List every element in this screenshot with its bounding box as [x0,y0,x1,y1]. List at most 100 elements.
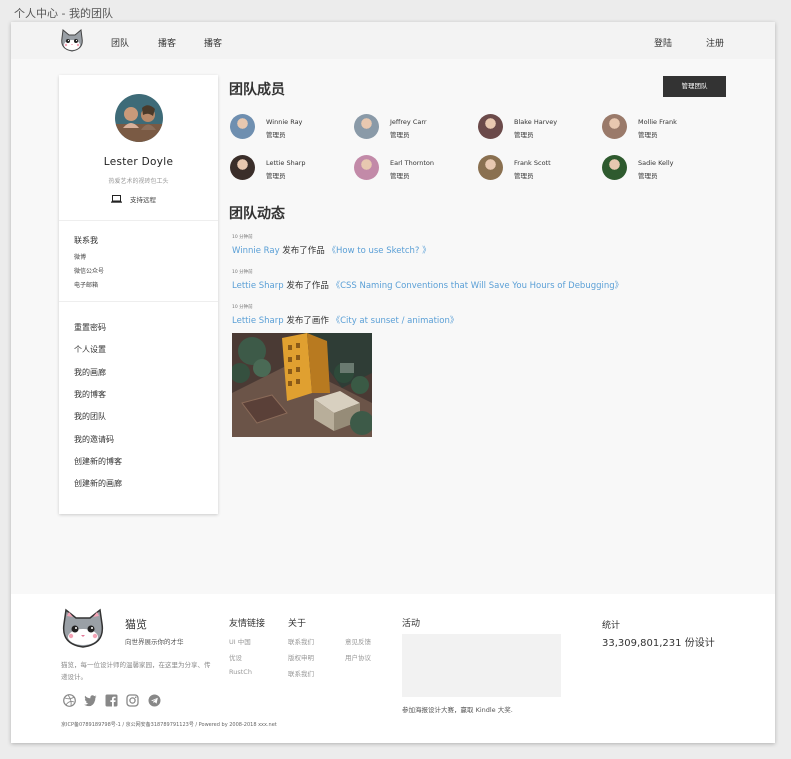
footer-description: 猫览，每一位设计师的温馨家园，在这里为分享、传递设计。 [61,661,211,681]
about-link[interactable]: 版权申明 [288,652,314,662]
member-role: 管理员 [266,131,286,139]
activity-action: 发布了作品 [283,281,332,291]
footer: 猫览 向世界展示你的才华 猫览，每一位设计师的温馨家园，在这里为分享、传递设计。… [11,594,775,743]
member-card[interactable]: Lettie Sharp 管理员 [230,155,350,181]
member-card[interactable]: Earl Thornton 管理员 [354,155,474,181]
profile-name: Lester Doyle [103,156,174,168]
profile-bio: 热爱艺术的视砖包工头 [108,178,169,185]
footer-brand: 猫览 [125,618,147,631]
menu-my-gallery[interactable]: 我的画廊 [74,367,106,378]
member-avatar [478,155,503,180]
member-name: Earl Thornton [390,159,435,167]
menu-reset-password[interactable]: 重置密码 [74,322,106,333]
contact-email[interactable]: 电子邮箱 [74,280,98,289]
top-nav: 团队 播客 播客 登陆 注册 [11,22,775,59]
profile-avatar [115,94,163,142]
activity-time: 10 分钟前 [232,305,253,310]
stats-title: 统计 [602,621,621,631]
member-avatar [230,114,255,139]
member-name: Sadie Kelly [638,159,674,167]
divider [59,301,218,302]
member-avatar [230,155,255,180]
member-avatar [602,114,627,139]
member-card[interactable]: Winnie Ray 管理员 [230,114,350,140]
friends-links-title: 友情链接 [229,619,266,629]
team-members-title: 团队成员 [229,82,285,98]
nav-link-podcast-2[interactable]: 播客 [204,36,222,49]
member-name: Blake Harvey [514,118,558,126]
activity-user-link[interactable]: Winnie Ray [232,246,280,256]
member-name: Frank Scott [514,159,551,167]
activity-work-link[interactable]: 《How to use Sketch? 》 [328,246,431,256]
member-role: 管理员 [390,172,410,180]
telegram-icon[interactable] [148,694,161,707]
activity-item: Lettie Sharp 发布了画作 《City at sunset / ani… [232,314,458,326]
activity-work-link[interactable]: 《City at sunset / animation》 [332,316,459,326]
friend-link[interactable]: UI 中国 [229,636,251,646]
member-role: 管理员 [638,131,658,139]
register-link[interactable]: 注册 [706,36,724,49]
activity-action: 发布了作品 [279,246,328,256]
member-role: 管理员 [514,172,534,180]
footer-icp: 京ICP备0789189798号-1 / 京公网安备318789791123号 … [61,722,277,728]
remote-support: 支持远程 [111,194,156,204]
about-link[interactable]: 用户协议 [345,652,371,662]
member-name: Mollie Frank [638,118,677,126]
menu-personal-settings[interactable]: 个人设置 [74,344,106,355]
member-avatar [602,155,627,180]
about-link[interactable]: 联系我们 [288,668,314,678]
twitter-icon[interactable] [84,694,97,707]
facebook-icon[interactable] [105,694,118,707]
member-role: 管理员 [514,131,534,139]
activity-user-link[interactable]: Lettie Sharp [232,281,284,291]
cat-logo-icon[interactable] [59,29,85,53]
divider [59,220,218,221]
activity-time: 10 分钟前 [232,235,253,240]
member-card[interactable]: Frank Scott 管理员 [478,155,598,181]
member-card[interactable]: Mollie Frank 管理员 [602,114,722,140]
about-link[interactable]: 联系我们 [288,636,314,646]
login-link[interactable]: 登陆 [654,36,672,49]
member-role: 管理员 [266,172,286,180]
member-name: Lettie Sharp [266,159,306,167]
dribbble-icon[interactable] [63,694,76,707]
activity-item: Winnie Ray 发布了作品 《How to use Sketch? 》 [232,244,431,256]
laptop-icon [111,195,122,203]
about-title: 关于 [288,619,307,629]
nav-link-podcast[interactable]: 播客 [158,36,176,49]
window-title: 个人中心 - 我的团队 [14,7,113,20]
about-link[interactable]: 意见反馈 [345,636,371,646]
activity-banner[interactable] [402,634,561,697]
menu-my-invite-code[interactable]: 我的邀请码 [74,434,114,445]
browser-page: 团队 播客 播客 登陆 注册 Lester Doyle 热爱艺术的视砖包工头 支… [11,22,775,743]
activity-banner-text[interactable]: 参加海报设计大赛，赢取 Kindle 大奖. [402,704,513,714]
team-activity-title: 团队动态 [229,206,285,222]
footer-slogan: 向世界展示你的才华 [125,638,184,646]
member-name: Jeffrey Carr [390,118,427,126]
activity-work-link[interactable]: 《CSS Naming Conventions that Will Save Y… [332,281,624,291]
member-avatar [478,114,503,139]
member-card[interactable]: Jeffrey Carr 管理员 [354,114,474,140]
friend-link[interactable]: 优设 [229,652,242,662]
menu-create-gallery[interactable]: 创建新的画廊 [74,478,122,489]
activity-user-link[interactable]: Lettie Sharp [232,316,284,326]
profile-card: Lester Doyle 热爱艺术的视砖包工头 支持远程 联系我 微博 微信公众… [59,75,218,514]
member-role: 管理员 [638,172,658,180]
menu-my-team[interactable]: 我的团队 [74,411,106,422]
member-card[interactable]: Blake Harvey 管理员 [478,114,598,140]
activity-item: Lettie Sharp 发布了作品 《CSS Naming Conventio… [232,279,623,291]
menu-create-blog[interactable]: 创建新的博客 [74,456,122,467]
instagram-icon[interactable] [126,694,139,707]
manage-team-button[interactable]: 管理团队 [663,76,726,97]
nav-link-team[interactable]: 团队 [111,36,129,49]
member-avatar [354,114,379,139]
friend-link[interactable]: RustCh [229,668,252,676]
activity-action: 发布了画作 [283,316,332,326]
member-name: Winnie Ray [266,118,303,126]
member-role: 管理员 [390,131,410,139]
menu-my-blog[interactable]: 我的博客 [74,389,106,400]
contact-weibo[interactable]: 微博 [74,252,86,261]
artwork-thumbnail[interactable] [232,333,372,437]
contact-wechat[interactable]: 微信公众号 [74,266,104,275]
member-card[interactable]: Sadie Kelly 管理员 [602,155,722,181]
